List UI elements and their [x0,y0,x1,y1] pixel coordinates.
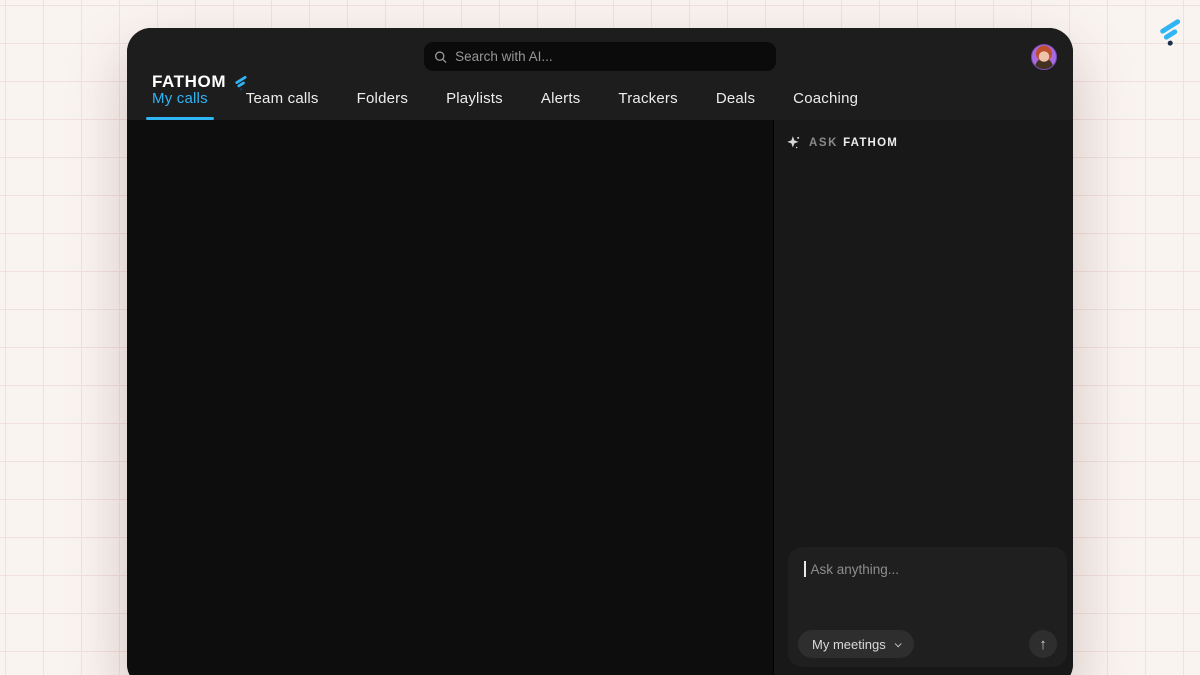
ask-input-placeholder: Ask anything... [811,562,900,577]
ask-input-panel[interactable]: Ask anything... My meetings ↑ [788,547,1067,667]
send-button[interactable]: ↑ [1029,630,1057,658]
tab-playlists[interactable]: Playlists [446,90,503,120]
tab-deals[interactable]: Deals [716,90,755,120]
text-cursor [804,561,806,577]
sparkle-icon [786,135,801,150]
fathom-watermark-icon [1156,14,1190,48]
tab-alerts[interactable]: Alerts [541,90,581,120]
ask-label: ASK [809,137,838,149]
scope-dropdown[interactable]: My meetings [798,630,914,658]
ask-fathom-sidebar: ASK FATHOM Ask anything... My meetings ↑ [773,120,1073,675]
tab-my-calls[interactable]: My calls [152,90,208,120]
search-bar[interactable] [424,42,776,71]
fathom-logo[interactable]: FATHOM [152,72,252,92]
fathom-wordmark: FATHOM [152,72,226,92]
main-nav: My calls Team calls Folders Playlists Alerts… [152,90,858,120]
search-icon [434,50,447,64]
chevron-down-icon [894,640,901,647]
tab-team-calls[interactable]: Team calls [246,90,319,120]
fathom-label: FATHOM [843,137,898,149]
app-header: FATHOM My calls Team calls Folders Playlist… [127,28,1073,120]
fathom-logo-icon [233,73,252,92]
tab-coaching[interactable]: Coaching [793,90,858,120]
ask-fathom-header: ASK FATHOM [786,135,898,150]
user-avatar[interactable] [1031,44,1057,70]
calls-list [127,120,773,675]
tab-trackers[interactable]: Trackers [618,90,677,120]
search-input[interactable] [455,49,766,64]
arrow-up-icon: ↑ [1039,636,1047,653]
tab-folders[interactable]: Folders [357,90,408,120]
scope-label: My meetings [812,637,886,652]
app-window: FATHOM My calls Team calls Folders Playlist… [127,28,1073,675]
